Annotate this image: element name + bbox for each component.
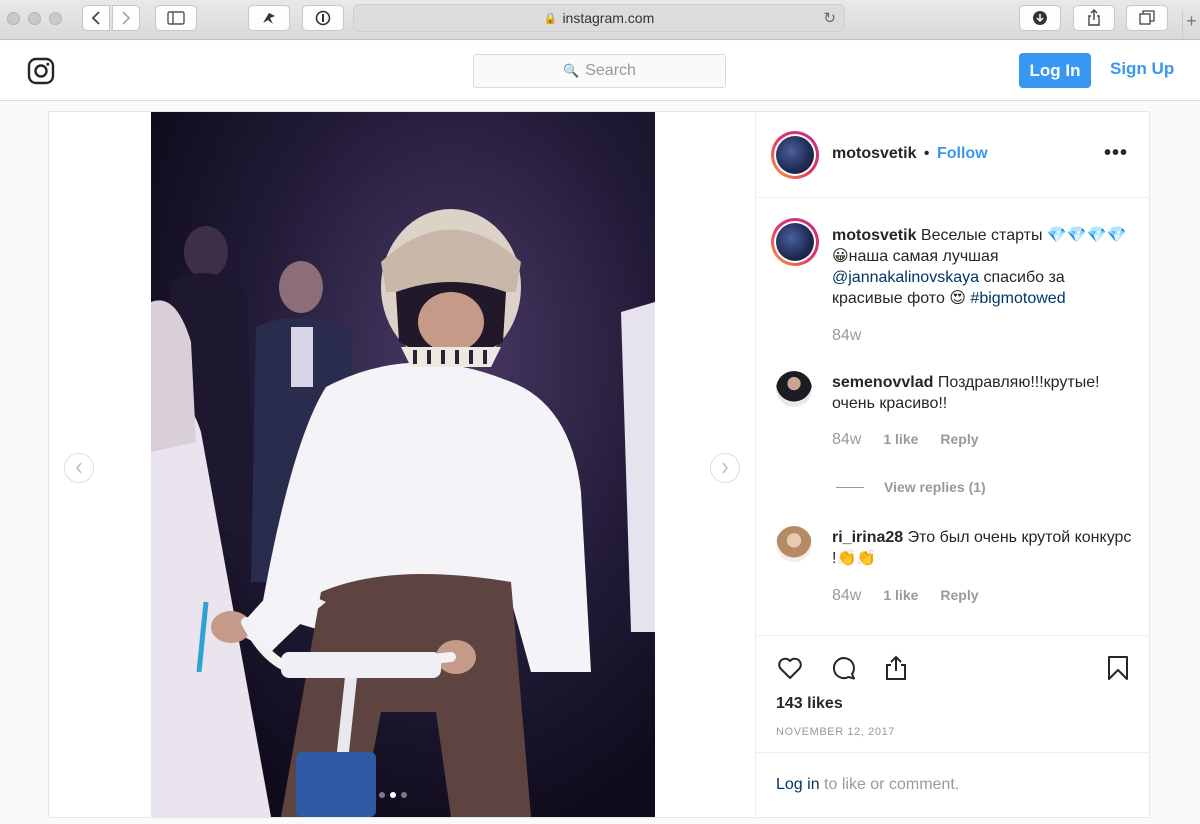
carousel-dot xyxy=(401,792,407,798)
next-photo-button[interactable] xyxy=(710,453,740,483)
comment-reply-button[interactable]: Reply xyxy=(940,587,978,603)
comment-text: ri_irina28 Это был очень крутой конкурс … xyxy=(832,527,1132,569)
post-date: NOVEMBER 12, 2017 xyxy=(776,726,896,738)
view-replies-button[interactable]: View replies (1) xyxy=(836,479,986,495)
zoom-window-button[interactable] xyxy=(49,12,62,25)
forward-button[interactable] xyxy=(112,5,140,31)
sidebar-icon xyxy=(167,11,185,25)
post-author-line: motosvetik • Follow xyxy=(832,145,988,163)
caption-text: motosvetik Веселые старты 💎💎💎💎 😀наша сам… xyxy=(832,225,1132,309)
author-username[interactable]: motosvetik xyxy=(832,145,916,162)
caption-username[interactable]: motosvetik xyxy=(832,227,916,244)
likes-count[interactable]: 143 likes xyxy=(776,695,843,713)
caption-meta: 84w xyxy=(832,327,861,345)
photo-area xyxy=(49,112,755,817)
comment-likes[interactable]: 1 like xyxy=(883,587,918,603)
comment-avatar[interactable] xyxy=(776,371,812,407)
close-window-button[interactable] xyxy=(7,12,20,25)
photo-illustration xyxy=(151,112,655,817)
share-icon xyxy=(1088,9,1100,26)
heart-icon[interactable] xyxy=(776,654,804,682)
carousel-indicator xyxy=(379,792,407,798)
browser-toolbar: 🔒 instagram.com ↻ + xyxy=(0,0,1200,40)
comment-avatar[interactable] xyxy=(776,526,812,562)
replies-divider xyxy=(836,486,864,488)
address-bar[interactable]: 🔒 instagram.com ↻ xyxy=(353,4,845,32)
prev-photo-button[interactable] xyxy=(64,453,94,483)
comment-username[interactable]: semenovvlad xyxy=(832,374,933,391)
comment-timestamp[interactable]: 84w xyxy=(832,431,861,449)
url-text: instagram.com xyxy=(562,10,655,26)
more-options-icon[interactable]: ••• xyxy=(1104,142,1128,165)
separator-dot: • xyxy=(923,145,930,162)
minimize-window-button[interactable] xyxy=(28,12,41,25)
comment-icon[interactable] xyxy=(830,654,858,682)
carousel-dot xyxy=(379,792,385,798)
downloads-button[interactable] xyxy=(1019,5,1061,31)
tabs-icon xyxy=(1139,10,1155,25)
chevron-left-icon xyxy=(76,462,82,474)
caption-avatar[interactable] xyxy=(771,218,819,266)
sidebar-button[interactable] xyxy=(155,5,197,31)
follow-button[interactable]: Follow xyxy=(937,145,988,162)
password-button[interactable] xyxy=(302,5,344,31)
view-replies-label: View replies (1) xyxy=(884,479,986,495)
download-icon xyxy=(1033,11,1047,25)
back-button[interactable] xyxy=(82,5,110,31)
bird-extension-icon xyxy=(263,13,275,24)
bookmark-icon[interactable] xyxy=(1104,654,1132,682)
share-post-icon[interactable] xyxy=(882,654,910,682)
post-card: motosvetik • Follow ••• motosvetik Весел… xyxy=(48,111,1150,818)
chevron-right-icon xyxy=(122,11,131,25)
instagram-header: 🔍 Search Log In Sign Up xyxy=(0,41,1200,101)
caption-mention-link[interactable]: @jannakalinovskaya xyxy=(832,269,979,286)
instagram-logo-icon[interactable] xyxy=(27,57,55,85)
comment-text: semenovvlad Поздравляю!!!крутые! очень к… xyxy=(832,372,1132,414)
lock-icon: 🔒 xyxy=(543,12,558,25)
post-header: motosvetik • Follow ••• xyxy=(756,112,1150,198)
author-avatar[interactable] xyxy=(771,131,819,179)
comment-likes[interactable]: 1 like xyxy=(883,431,918,447)
reload-icon[interactable]: ↻ xyxy=(823,9,836,27)
search-placeholder: Search xyxy=(585,62,636,79)
caption-timestamp[interactable]: 84w xyxy=(832,327,861,345)
comment-username[interactable]: ri_irina28 xyxy=(832,529,903,546)
signup-link[interactable]: Sign Up xyxy=(1110,59,1174,79)
caption-hashtag-link[interactable]: #bigmotowed xyxy=(970,290,1065,307)
search-input[interactable]: 🔍 Search xyxy=(473,54,726,88)
comment-reply-button[interactable]: Reply xyxy=(940,431,978,447)
share-button[interactable] xyxy=(1073,5,1115,31)
search-icon: 🔍 xyxy=(563,63,580,78)
login-link[interactable]: Log in xyxy=(776,776,820,793)
comment-meta: 84w 1 like Reply xyxy=(832,587,979,605)
post-actions: 143 likes NOVEMBER 12, 2017 Log in to li… xyxy=(756,635,1150,817)
post-photo[interactable] xyxy=(151,112,655,817)
login-button[interactable]: Log In xyxy=(1019,53,1091,88)
login-prompt-text: to like or comment. xyxy=(824,776,960,793)
carousel-dot-active xyxy=(390,792,396,798)
login-prompt: Log in to like or comment. xyxy=(756,752,1150,818)
new-tab-button[interactable]: + xyxy=(1182,11,1200,40)
comment-meta: 84w 1 like Reply xyxy=(832,431,979,449)
comment-timestamp[interactable]: 84w xyxy=(832,587,861,605)
onepassword-icon xyxy=(315,10,331,26)
tabs-button[interactable] xyxy=(1126,5,1168,31)
extension-button[interactable] xyxy=(248,5,290,31)
chevron-left-icon xyxy=(91,11,100,25)
chevron-right-icon xyxy=(722,462,728,474)
post-sidebar: motosvetik • Follow ••• motosvetik Весел… xyxy=(755,112,1150,817)
